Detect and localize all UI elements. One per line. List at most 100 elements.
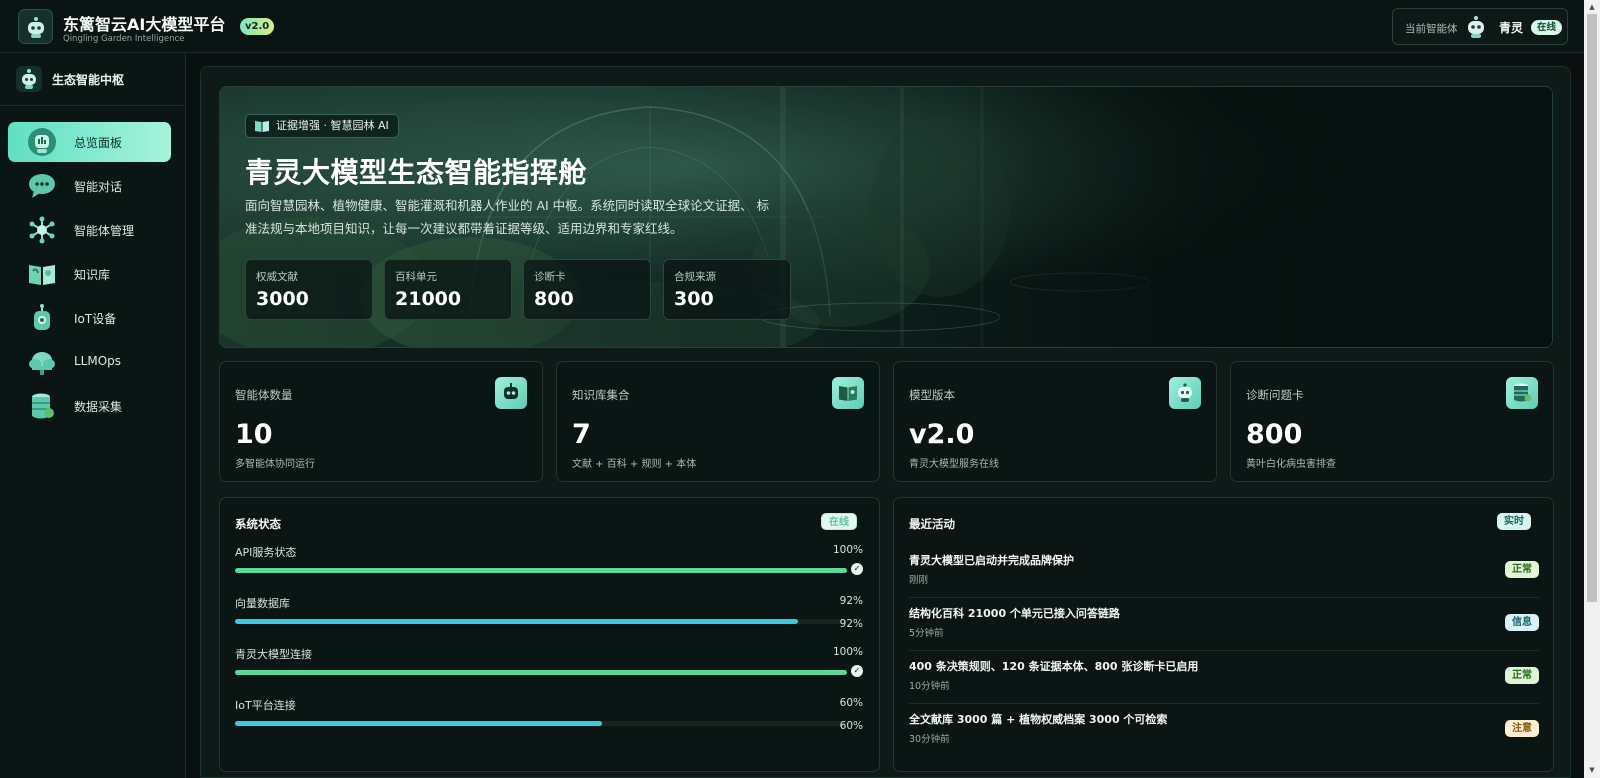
agent-status-badge: 在线: [1531, 20, 1563, 35]
sidebar: 生态智能中枢 总览面板 智能对话 智能体管理 知识库 IoT设备 LLMOps …: [0, 53, 186, 778]
agent-avatar-icon: [1468, 16, 1484, 38]
scrollbar-thumb[interactable]: [1587, 14, 1597, 602]
hero-stat-label: 百科单元: [395, 271, 437, 283]
database-stack-icon: [1506, 377, 1538, 409]
sidebar-item-chat[interactable]: 智能对话: [8, 166, 171, 206]
card-subtitle: 青灵大模型服务在线: [909, 459, 999, 470]
database-icon: [32, 393, 54, 419]
status-name: API服务状态: [235, 546, 297, 559]
progress-fill: [235, 619, 799, 624]
hero-banner: 证据增强 · 智慧园林 AI 青灵大模型生态智能指挥舱 面向智慧园林、植物健康、…: [219, 86, 1553, 348]
card-label: 智能体数量: [235, 388, 293, 402]
robot-logo-icon: [27, 16, 44, 38]
sidebar-robot-icon: [16, 66, 42, 92]
realtime-badge: 实时: [1497, 513, 1531, 530]
hero-title: 青灵大模型生态智能指挥舱: [245, 156, 588, 189]
network-hub-icon: [29, 216, 55, 244]
scroll-up-arrow-icon[interactable]: ▲: [1587, 2, 1597, 12]
dashboard-robot-icon: [28, 128, 56, 156]
activity-time: 5分钟前: [909, 628, 944, 639]
card-value: v2.0: [909, 419, 975, 450]
activity-item[interactable]: 400 条决策规则、120 条证据本体、800 张诊断卡已启用 10分钟前 正常: [909, 651, 1539, 704]
robot-icon: [495, 377, 527, 409]
status-percent: 100%: [832, 646, 863, 658]
sidebar-item-label: 知识库: [74, 268, 111, 282]
recent-activity-panel: 最近活动 实时 青灵大模型已启动并完成品牌保护 刚刚 正常结构化百科 21000 个…: [893, 497, 1554, 772]
hero-stat-value: 800: [534, 288, 574, 310]
progress-fill: [235, 670, 847, 675]
progress-track: [235, 568, 847, 573]
activity-item[interactable]: 青灵大模型已启动并完成品牌保护 刚刚 正常: [909, 545, 1539, 598]
panel-title: 最近活动: [909, 517, 955, 531]
current-agent-label: 当前智能体: [1405, 23, 1458, 35]
iot-device-icon: [34, 304, 50, 330]
status-name: IoT平台连接: [235, 699, 296, 712]
check-icon: ✓: [851, 665, 863, 677]
sidebar-item-iot[interactable]: IoT设备: [8, 298, 171, 338]
activity-text: 400 条决策规则、120 条证据本体、800 张诊断卡已启用: [909, 660, 1199, 673]
metric-card-knowledge[interactable]: 知识库集合 7 文献 + 百科 + 规则 + 本体: [556, 361, 880, 482]
card-label: 知识库集合: [572, 388, 630, 402]
activity-time: 10分钟前: [909, 681, 950, 692]
status-online-badge: 在线: [821, 513, 857, 530]
sidebar-item-dashboard[interactable]: 总览面板: [8, 122, 171, 162]
hero-stat-label: 诊断卡: [534, 271, 566, 283]
status-percent: 60%: [839, 697, 863, 709]
activity-item[interactable]: 全文献库 3000 篇 + 植物权威档案 3000 个可检索 30分钟前 注意: [909, 704, 1539, 757]
chat-bubble-icon: [29, 174, 55, 198]
status-row: IoT平台连接 60% 60%: [235, 697, 863, 745]
card-label: 诊断问题卡: [1246, 388, 1304, 402]
app-subtitle: Qingling Garden Intelligence: [63, 34, 185, 44]
hero-stat-diagnosis-cards: 诊断卡 800: [523, 259, 651, 320]
sidebar-item-knowledge[interactable]: 知识库: [8, 254, 171, 294]
sidebar-item-agents[interactable]: 智能体管理: [8, 210, 171, 250]
progress-track: [235, 619, 847, 624]
activity-text: 结构化百科 21000 个单元已接入问答链路: [909, 607, 1120, 620]
progress-fill: [235, 721, 603, 726]
book-tag-icon: [255, 121, 269, 132]
progress-track: [235, 721, 847, 726]
activity-text: 青灵大模型已启动并完成品牌保护: [909, 554, 1074, 567]
progress-track: [235, 670, 847, 675]
status-row: 青灵大模型连接 100% ✓: [235, 646, 863, 694]
top-header: 东篱智云AI大模型平台 Qingling Garden Intelligence…: [0, 0, 1584, 53]
status-name: 向量数据库: [235, 597, 290, 610]
app-logo[interactable]: [18, 9, 53, 44]
sidebar-item-llmops[interactable]: LLMOps: [8, 342, 171, 382]
hero-stat-value: 300: [674, 288, 714, 310]
sidebar-item-label: 智能体管理: [74, 224, 135, 238]
sidebar-item-label: 总览面板: [74, 136, 123, 150]
metric-card-diagnosis[interactable]: 诊断问题卡 800 黄叶白化病虫害排查: [1230, 361, 1554, 482]
hero-stat-value: 21000: [395, 288, 462, 310]
book-icon: [832, 377, 864, 409]
system-status-panel: 系统状态 在线 API服务状态 100% ✓ 向量数据库 92% 92% 青灵大模型连接 10…: [219, 497, 880, 772]
hero-tag-text: 证据增强 · 智慧园林 AI: [276, 119, 389, 132]
activity-status-badge: 正常: [1505, 561, 1539, 578]
scroll-down-arrow-icon[interactable]: ▼: [1587, 765, 1597, 775]
current-agent-selector[interactable]: 当前智能体 青灵 在线: [1392, 8, 1568, 45]
hero-stat-value: 3000: [256, 288, 309, 310]
open-book-icon: [29, 265, 55, 285]
hero-stat-label: 合规来源: [674, 271, 716, 283]
activity-item[interactable]: 结构化百科 21000 个单元已接入问答链路 5分钟前 信息: [909, 598, 1539, 651]
activity-time: 30分钟前: [909, 734, 950, 745]
card-subtitle: 多智能体协同运行: [235, 459, 315, 470]
status-percent: 92%: [839, 595, 863, 607]
current-agent-name: 青灵: [1499, 21, 1524, 35]
version-badge: v2.0: [240, 18, 275, 35]
card-subtitle: 黄叶白化病虫害排查: [1246, 459, 1336, 470]
metric-card-model-version[interactable]: 模型版本 v2.0 青灵大模型服务在线: [893, 361, 1217, 482]
metric-card-agents[interactable]: 智能体数量 10 多智能体协同运行: [219, 361, 543, 482]
panel-title: 系统状态: [235, 517, 281, 531]
card-value: 7: [572, 419, 591, 450]
check-icon: ✓: [851, 563, 863, 575]
activity-status-badge: 注意: [1505, 720, 1539, 737]
hero-stat-label: 权威文献: [256, 271, 298, 283]
sidebar-item-data-collection[interactable]: 数据采集: [8, 386, 171, 426]
hero-tag-badge: 证据增强 · 智慧园林 AI: [245, 114, 399, 138]
app-title: 东篱智云AI大模型平台: [63, 15, 226, 34]
progress-fill: [235, 568, 847, 573]
activity-text: 全文献库 3000 篇 + 植物权威档案 3000 个可检索: [909, 713, 1168, 726]
status-percent-secondary: 60%: [839, 720, 863, 732]
status-name: 青灵大模型连接: [235, 648, 312, 661]
